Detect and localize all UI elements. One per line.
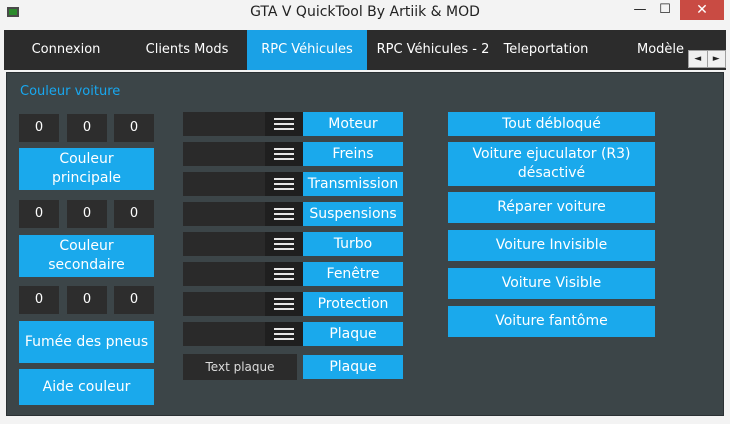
menu-icon[interactable] xyxy=(265,292,303,316)
mod-button-0[interactable]: Moteur xyxy=(303,112,403,136)
primary-green-input[interactable]: 0 xyxy=(67,114,107,142)
title-bar: GTA V QuickTool By Artiik & MOD — ☐ ✕ xyxy=(0,0,730,28)
window-title: GTA V QuickTool By Artiik & MOD xyxy=(250,4,480,20)
repair-car-button[interactable]: Réparer voiture xyxy=(448,192,655,223)
menu-icon-line xyxy=(274,188,294,190)
menu-icon-line xyxy=(274,308,294,310)
menu-icon-line xyxy=(274,298,294,300)
menu-icon-line xyxy=(274,328,294,330)
tab-modele[interactable]: Modèle xyxy=(633,30,688,70)
menu-icon-line xyxy=(274,123,294,125)
menu-icon-line xyxy=(274,178,294,180)
menu-icon[interactable] xyxy=(265,172,303,196)
menu-icon-line xyxy=(274,268,294,270)
primary-red-input[interactable]: 0 xyxy=(19,114,59,142)
mod-button-6[interactable]: Protection xyxy=(303,292,403,316)
tab-connexion[interactable]: Connexion xyxy=(4,30,128,70)
menu-icon-line xyxy=(274,208,294,210)
mod-button-4[interactable]: Turbo xyxy=(303,232,403,256)
visible-car-button[interactable]: Voiture Visible xyxy=(448,268,655,299)
mod-select-7[interactable] xyxy=(183,322,303,346)
secondary-blue-input[interactable]: 0 xyxy=(114,200,154,228)
mod-button-3[interactable]: Suspensions xyxy=(303,202,403,226)
mod-select-3[interactable] xyxy=(183,202,303,226)
menu-icon-line xyxy=(274,338,294,340)
menu-icon[interactable] xyxy=(265,202,303,226)
mod-button-1[interactable]: Freins xyxy=(303,142,403,166)
invisible-car-button[interactable]: Voiture Invisible xyxy=(448,230,655,261)
menu-icon[interactable] xyxy=(265,262,303,286)
ejaculator-toggle-button[interactable]: Voiture ejuculator (R3) désactivé xyxy=(448,142,655,186)
tab-rpc-vehicules-2[interactable]: RPC Véhicules - 2 xyxy=(367,30,499,70)
mod-select-0[interactable] xyxy=(183,112,303,136)
secondary-color-button[interactable]: Couleur secondaire xyxy=(19,235,154,277)
menu-icon[interactable] xyxy=(265,232,303,256)
plate-apply-button[interactable]: Plaque xyxy=(303,355,403,379)
mod-select-6[interactable] xyxy=(183,292,303,316)
ghost-car-button[interactable]: Voiture fantôme xyxy=(448,306,655,337)
menu-icon-line xyxy=(274,218,294,220)
menu-icon-line xyxy=(274,183,294,185)
plate-text-input[interactable]: Text plaque xyxy=(183,354,297,380)
secondary-red-input[interactable]: 0 xyxy=(19,200,59,228)
window-bottom-edge xyxy=(0,418,730,424)
mod-select-2[interactable] xyxy=(183,172,303,196)
tab-rpc-vehicules[interactable]: RPC Véhicules xyxy=(247,30,367,70)
menu-icon-line xyxy=(274,238,294,240)
minimize-button[interactable]: — xyxy=(630,0,650,20)
mod-select-5[interactable] xyxy=(183,262,303,286)
menu-icon-line xyxy=(274,153,294,155)
menu-icon-line xyxy=(274,243,294,245)
tire-smoke-button[interactable]: Fumée des pneus xyxy=(19,321,154,363)
menu-icon-line xyxy=(274,273,294,275)
group-label-couleur-voiture: Couleur voiture xyxy=(20,84,121,99)
tab-clients-mods[interactable]: Clients Mods xyxy=(128,30,246,70)
smoke-blue-input[interactable]: 0 xyxy=(114,286,154,314)
tab-teleportation[interactable]: Teleportation xyxy=(499,30,593,70)
primary-blue-input[interactable]: 0 xyxy=(114,114,154,142)
menu-icon-line xyxy=(274,333,294,335)
rpc-vehicules-panel: Couleur voiture 0 0 0 Couleur principale… xyxy=(6,72,724,416)
smoke-green-input[interactable]: 0 xyxy=(67,286,107,314)
mod-button-7[interactable]: Plaque xyxy=(303,322,403,346)
unlock-all-button[interactable]: Tout débloqué xyxy=(448,112,655,136)
mod-select-4[interactable] xyxy=(183,232,303,256)
mod-button-2[interactable]: Transmission xyxy=(303,172,403,196)
mod-button-5[interactable]: Fenêtre xyxy=(303,262,403,286)
menu-icon-line xyxy=(274,303,294,305)
mod-select-1[interactable] xyxy=(183,142,303,166)
menu-icon[interactable] xyxy=(265,112,303,136)
menu-icon-line xyxy=(274,248,294,250)
tab-scroll-buttons: ◄ ► xyxy=(688,50,726,68)
tab-bar: Connexion Clients Mods RPC Véhicules RPC… xyxy=(4,30,726,70)
menu-icon-line xyxy=(274,128,294,130)
menu-icon[interactable] xyxy=(265,322,303,346)
menu-icon[interactable] xyxy=(265,142,303,166)
menu-icon-line xyxy=(274,158,294,160)
smoke-red-input[interactable]: 0 xyxy=(19,286,59,314)
menu-icon-line xyxy=(274,213,294,215)
close-button[interactable]: ✕ xyxy=(680,0,724,20)
scroll-left-icon[interactable]: ◄ xyxy=(689,51,708,67)
color-help-button[interactable]: Aide couleur xyxy=(19,369,154,405)
menu-icon-line xyxy=(274,118,294,120)
menu-icon-line xyxy=(274,148,294,150)
scroll-right-icon[interactable]: ► xyxy=(708,51,726,67)
menu-icon-line xyxy=(274,278,294,280)
secondary-green-input[interactable]: 0 xyxy=(67,200,107,228)
maximize-button[interactable]: ☐ xyxy=(655,0,675,20)
primary-color-button[interactable]: Couleur principale xyxy=(19,148,154,190)
